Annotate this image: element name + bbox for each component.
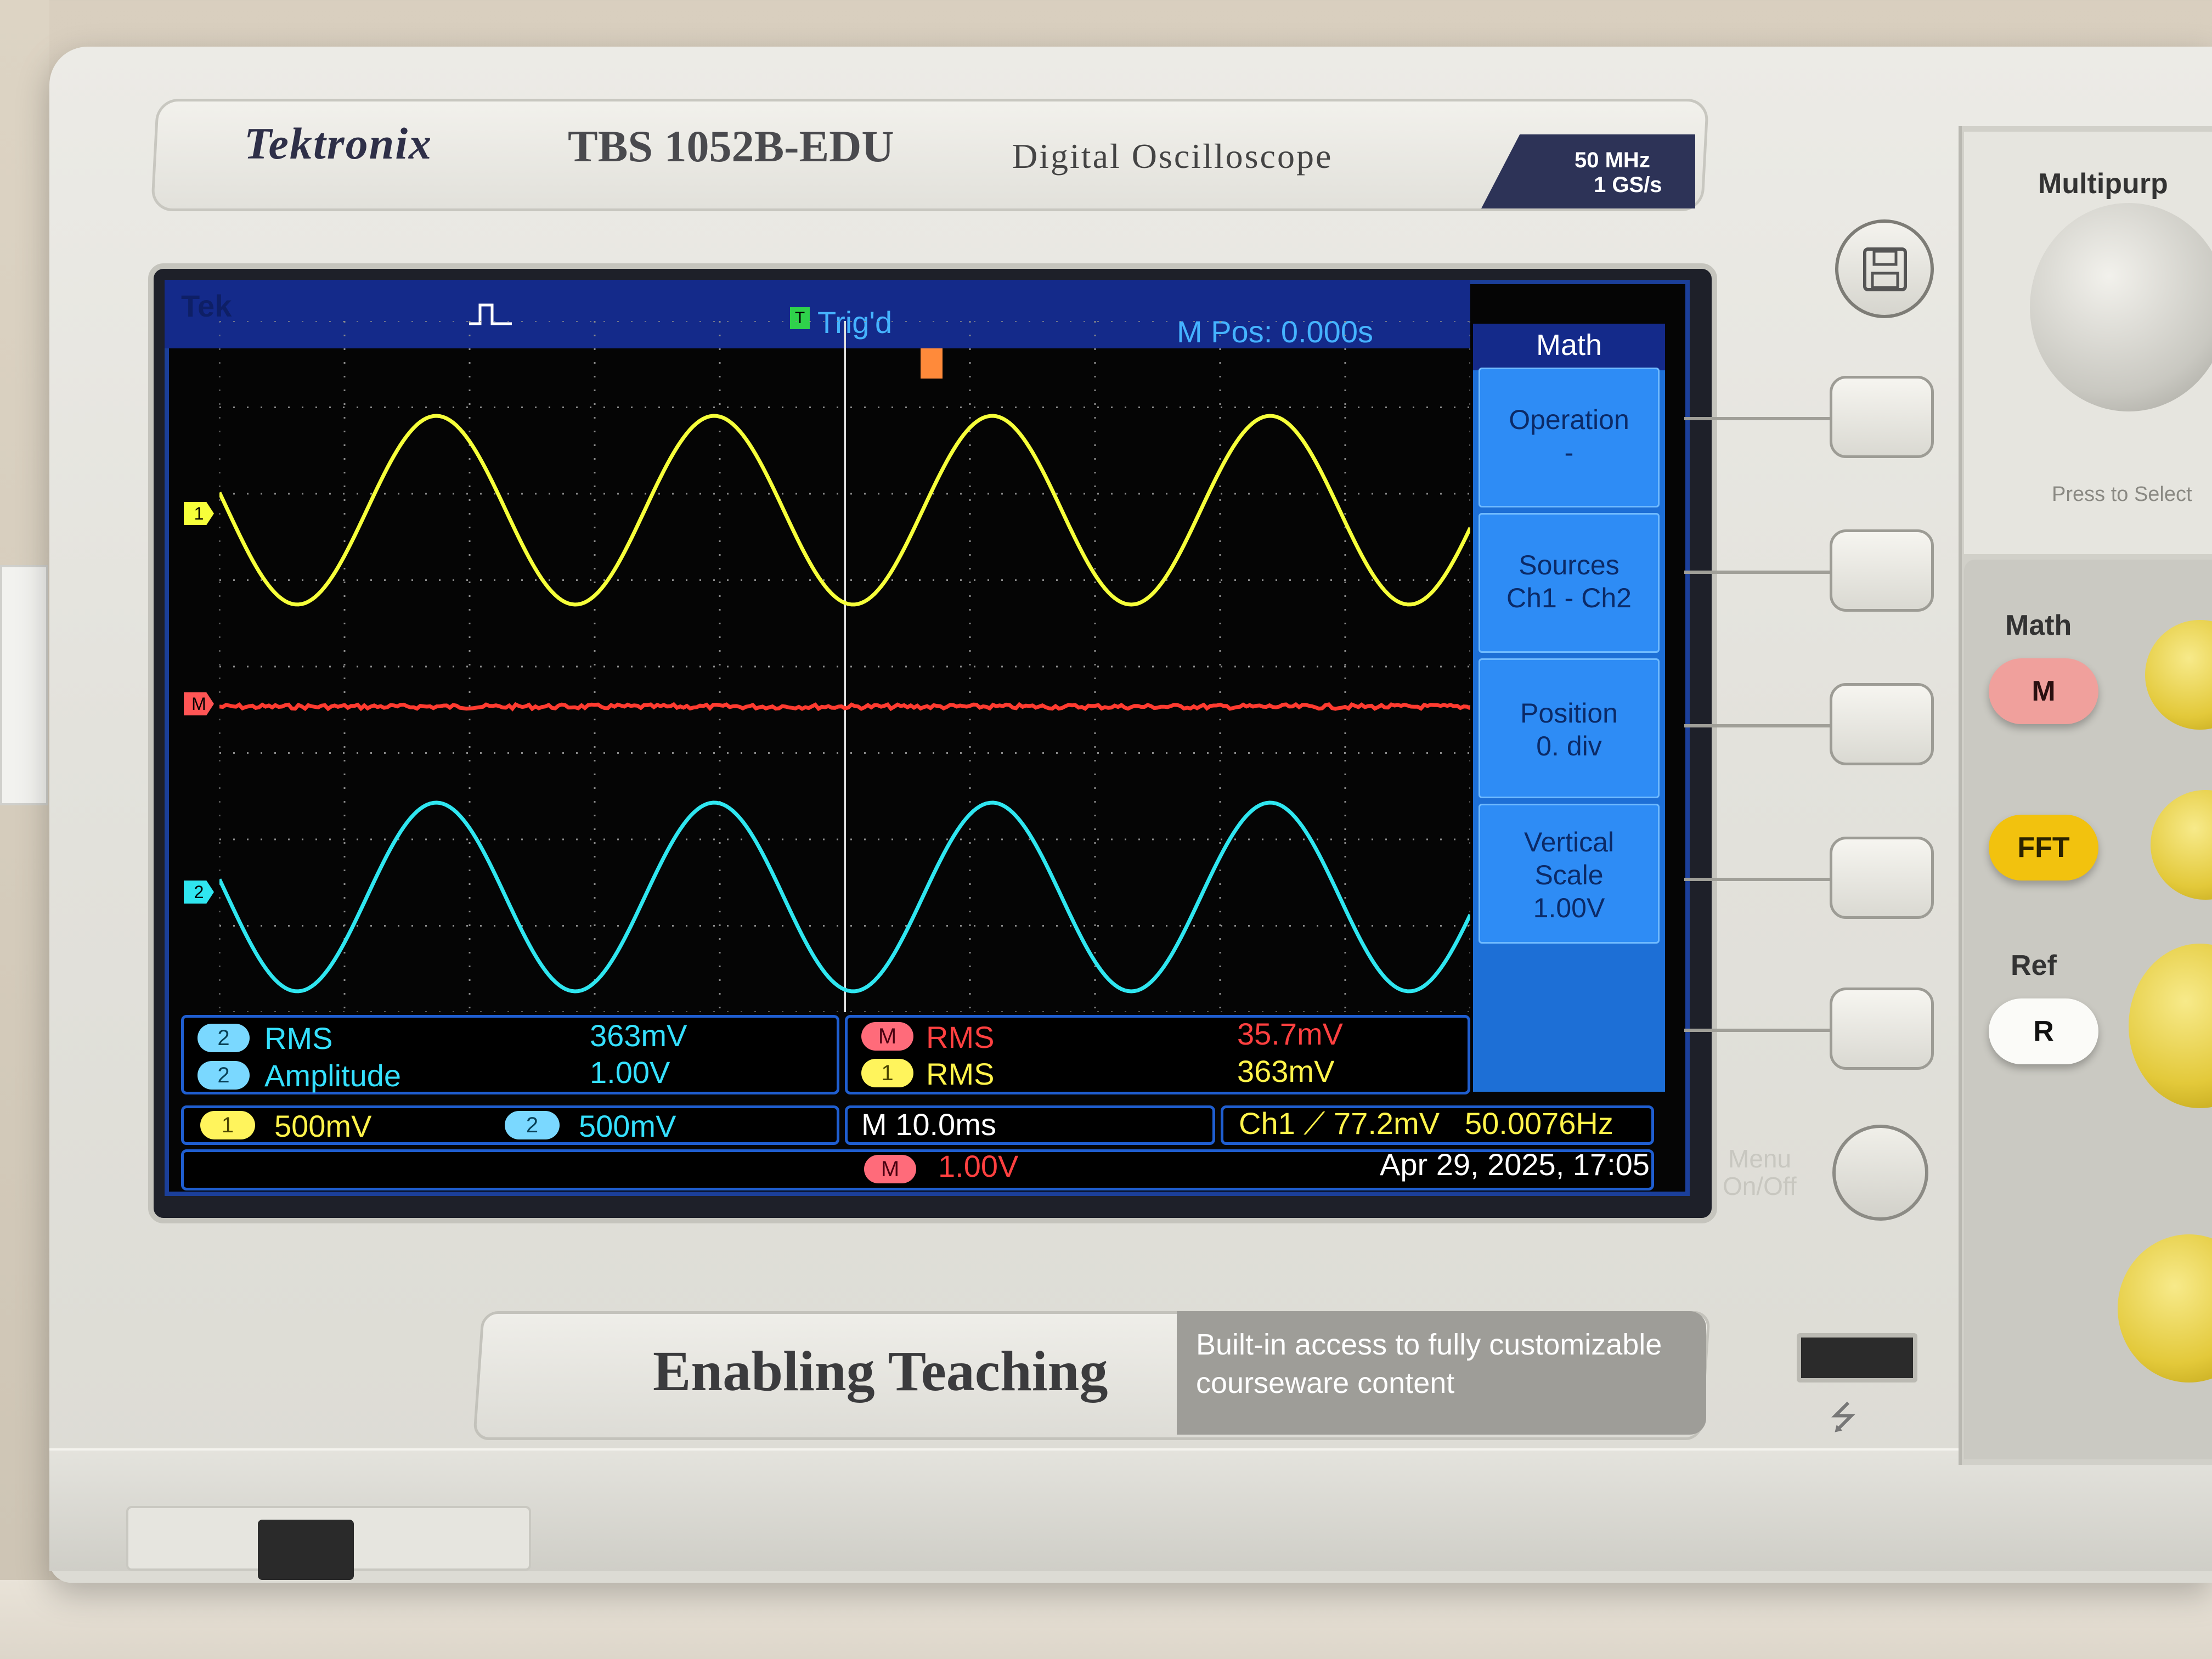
ref-button[interactable]: R — [1989, 998, 2098, 1064]
measure-3-value: 35.7mV — [1237, 1017, 1343, 1051]
measure-1-value: 363mV — [590, 1018, 687, 1053]
side-button-divider — [1684, 724, 1832, 727]
bandwidth-spec: 50 MHz — [1575, 148, 1650, 172]
option-button-4[interactable] — [1830, 837, 1934, 919]
option-button-1[interactable] — [1830, 376, 1934, 458]
measure-4-value: 363mV — [1237, 1054, 1335, 1088]
tek-tag: Tek — [181, 289, 232, 323]
math-button[interactable]: M — [1989, 658, 2098, 724]
measure-3-source-badge: M — [861, 1022, 913, 1051]
side-button-divider — [1684, 1029, 1832, 1032]
measure-3-name: RMS — [926, 1020, 995, 1054]
measure-2-name: Amplitude — [264, 1058, 402, 1093]
save-button[interactable] — [1835, 219, 1934, 318]
sample-rate-spec: 1 GS/s — [1594, 173, 1662, 197]
measure-2-value: 1.00V — [590, 1055, 670, 1090]
model-name: TBS 1052B-EDU — [568, 121, 894, 171]
usb-port[interactable] — [1797, 1333, 1917, 1383]
ch1-scale: 500mV — [274, 1109, 372, 1143]
menu-item-vertical-label: Vertical — [1524, 827, 1614, 857]
side-button-divider — [1684, 571, 1832, 574]
date-time: Apr 29, 2025, 17:05 — [1380, 1147, 1650, 1182]
floppy-disk-icon — [1863, 247, 1907, 291]
plaque-subtitle-1: Built-in access to fully customizable — [1196, 1328, 1662, 1361]
menu-item-position-label: Position — [1520, 698, 1618, 729]
side-button-divider — [1684, 417, 1832, 420]
usb-icon: ⭍ — [1830, 1399, 1857, 1436]
press-to-select-hint: Press to Select — [2052, 483, 2192, 506]
ch2-scale: 500mV — [579, 1109, 676, 1143]
brand-logo: Tektronix — [244, 119, 433, 168]
menu-item-sources-label: Sources — [1519, 550, 1620, 580]
measure-4-name: RMS — [926, 1057, 995, 1091]
option-button-3[interactable] — [1830, 683, 1934, 765]
fft-button[interactable]: FFT — [1989, 815, 2098, 881]
measure-1-source-badge: 2 — [198, 1024, 250, 1052]
desk — [0, 1580, 2212, 1659]
menu-item-position-value: 0. div — [1536, 731, 1602, 761]
plaque-title: Enabling Teaching — [653, 1340, 1108, 1403]
menu-on-off-button[interactable] — [1832, 1125, 1928, 1221]
ref-label: Ref — [2011, 950, 2057, 981]
foot-rubber — [258, 1520, 354, 1580]
math-scale: 1.00V — [938, 1149, 1019, 1183]
menu-onoff-label-2: On/Off — [1723, 1172, 1797, 1200]
menu-onoff-label: Menu — [1728, 1144, 1792, 1173]
ch2-badge: 2 — [505, 1111, 560, 1139]
option-button-5[interactable] — [1830, 988, 1934, 1070]
side-button-divider — [1684, 878, 1832, 881]
math-label: Math — [2005, 610, 2072, 641]
timebase-readout: M 10.0ms — [861, 1107, 996, 1142]
menu-item-operation-label: Operation — [1509, 404, 1629, 435]
ch1-badge: 1 — [200, 1111, 255, 1139]
frequency-readout: 50.0076Hz — [1465, 1106, 1613, 1141]
menu-title: Math — [1536, 329, 1602, 362]
measure-2-source-badge: 2 — [198, 1061, 250, 1090]
option-button-2[interactable] — [1830, 529, 1934, 612]
menu-item-sources-value: Ch1 - Ch2 — [1506, 583, 1632, 613]
trigger-readout: Ch1 ⟋ 77.2mV — [1239, 1106, 1440, 1141]
measure-1-name: RMS — [264, 1021, 333, 1056]
trigger-position-marker — [921, 348, 943, 379]
menu-item-vertical-scale-value: 1.00V — [1533, 893, 1605, 923]
menu-item-operation-value: - — [1564, 437, 1574, 468]
menu-item-scale-label: Scale — [1534, 860, 1604, 890]
multipurpose-label: Multipurp — [2038, 168, 2168, 200]
wall-socket — [0, 565, 48, 805]
plaque-subtitle-2: courseware content — [1196, 1367, 1455, 1400]
measure-4-source-badge: 1 — [861, 1059, 913, 1087]
waveform-graticule — [219, 321, 1470, 1012]
device-description: Digital Oscilloscope — [1012, 137, 1333, 176]
wall — [0, 0, 49, 1659]
math-scale-badge: M — [864, 1155, 916, 1183]
